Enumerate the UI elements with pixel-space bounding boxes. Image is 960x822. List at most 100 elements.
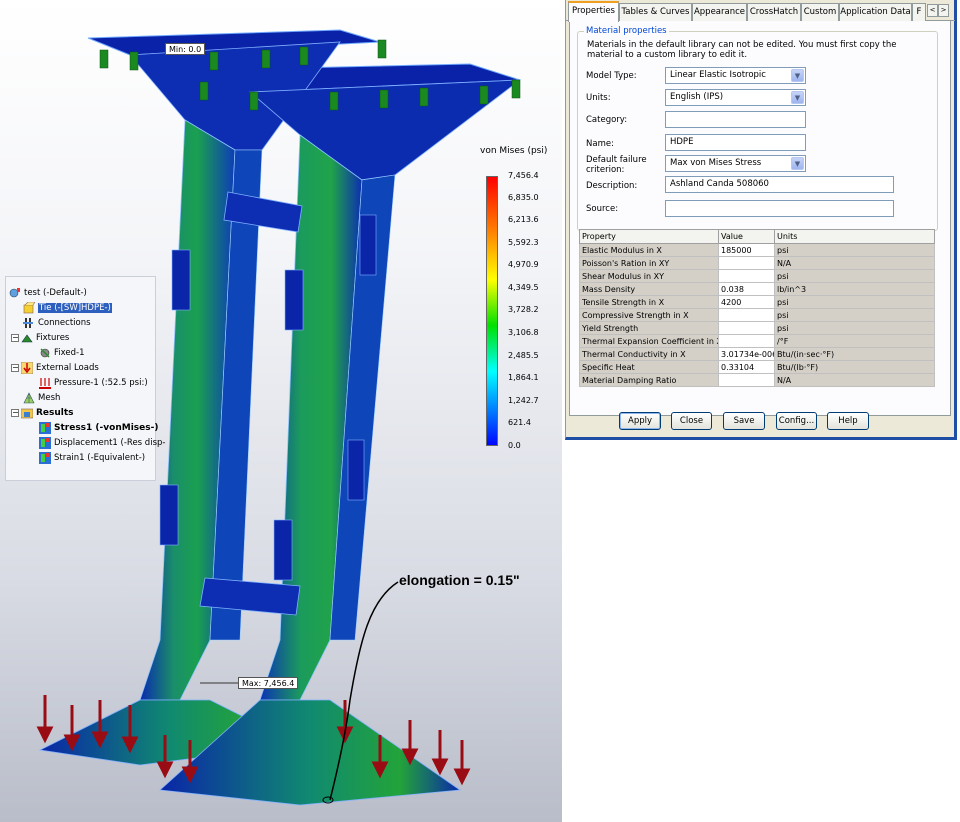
min-callout: Min: 0.0 <box>165 43 206 55</box>
tab-crosshatch[interactable]: CrossHatch <box>747 3 801 21</box>
cell-property: Elastic Modulus in X <box>579 243 719 257</box>
table-row: Thermal Expansion Coefficient in X /°F <box>579 334 935 348</box>
cell-property: Thermal Conductivity in X <box>579 347 719 361</box>
elongation-annotation: elongation = 0.15" <box>399 572 520 588</box>
chevron-down-icon[interactable]: ▼ <box>791 157 804 170</box>
tab-appearance[interactable]: Appearance <box>692 3 747 21</box>
cell-value[interactable] <box>718 269 775 283</box>
max-callout: Max: 7,456.4 <box>238 677 299 689</box>
tree-item-stress[interactable]: Stress1 (-vonMises-) <box>39 421 158 435</box>
tab-tables-curves[interactable]: Tables & Curves <box>619 3 692 21</box>
failure-criterion-select[interactable]: Max von Mises Stress ▼ <box>665 155 806 172</box>
tree-item-pressure[interactable]: Pressure-1 (:52.5 psi:) <box>39 376 148 390</box>
cell-property: Shear Modulus in XY <box>579 269 719 283</box>
cell-value[interactable]: 4200 <box>718 295 775 309</box>
apply-button[interactable]: Apply <box>619 412 661 430</box>
tree-label-tie: Tie (-[SW]HDPE-) <box>38 303 112 313</box>
table-row: Poisson's Ration in XY N/A <box>579 256 935 270</box>
cell-value[interactable]: 0.33104 <box>718 360 775 374</box>
legend-tick: 7,456.4 <box>508 171 539 180</box>
cell-property: Tensile Strength in X <box>579 295 719 309</box>
collapse-toggle[interactable]: − <box>11 409 19 417</box>
cell-units: Btu/(lb·°F) <box>774 360 935 374</box>
tab-custom[interactable]: Custom <box>801 3 839 21</box>
tree-item-strain[interactable]: Strain1 (-Equivalent-) <box>39 451 145 465</box>
library-note: Materials in the default library can not… <box>587 40 897 60</box>
header-property[interactable]: Property <box>579 229 719 244</box>
fea-viewport[interactable]: Min: 0.0 Max: 7,456.4 elongation = 0.15"… <box>0 0 562 822</box>
help-button[interactable]: Help <box>827 412 869 430</box>
cell-units: N/A <box>774 373 935 387</box>
save-button[interactable]: Save <box>723 412 765 430</box>
legend-tick: 4,349.5 <box>508 283 539 292</box>
cell-value[interactable] <box>718 256 775 270</box>
legend-tick: 6,213.6 <box>508 215 539 224</box>
table-row: Yield Strength psi <box>579 321 935 335</box>
stress-legend: von Mises (psi) 7,456.4 6,835.0 6,213.6 … <box>480 146 550 466</box>
stress-plot-icon <box>39 422 51 434</box>
chevron-down-icon[interactable]: ▼ <box>791 69 804 82</box>
cell-value[interactable] <box>718 373 775 387</box>
failure-criterion-label-2: criterion: <box>586 165 625 175</box>
units-label: Units: <box>586 93 611 103</box>
tree-item-mesh[interactable]: Mesh <box>23 391 60 405</box>
category-field[interactable] <box>665 111 806 128</box>
legend-tick: 1,242.7 <box>508 396 539 405</box>
study-icon <box>9 287 21 299</box>
collapse-toggle[interactable]: − <box>11 334 19 342</box>
cell-value[interactable] <box>718 321 775 335</box>
tree-label-stress: Stress1 (-vonMises-) <box>54 423 159 433</box>
description-field[interactable]: Ashland Canda 508060 <box>665 176 894 193</box>
cell-property: Compressive Strength in X <box>579 308 719 322</box>
material-dialog: Properties Tables & Curves Appearance Cr… <box>565 0 957 440</box>
legend-tick: 3,728.2 <box>508 305 539 314</box>
table-row: Specific Heat 0.33104 Btu/(lb·°F) <box>579 360 935 374</box>
cell-units: psi <box>774 308 935 322</box>
tree-item-fixed[interactable]: Fixed-1 <box>39 346 85 360</box>
tree-item-tie[interactable]: Tie (-[SW]HDPE-) <box>23 301 112 315</box>
model-type-select[interactable]: Linear Elastic Isotropic ▼ <box>665 67 806 84</box>
tree-item-root[interactable]: test (-Default-) <box>9 286 87 300</box>
collapse-toggle[interactable]: − <box>11 364 19 372</box>
cell-value[interactable]: 0.038 <box>718 282 775 296</box>
units-select[interactable]: English (IPS) ▼ <box>665 89 806 106</box>
tab-scroll-left-icon[interactable]: < <box>927 4 938 17</box>
tab-application-data[interactable]: Application Data <box>839 3 912 21</box>
tree-item-fixtures[interactable]: − Fixtures <box>11 331 69 345</box>
cell-units: Btu/(in·sec·°F) <box>774 347 935 361</box>
config-button[interactable]: Config... <box>776 412 817 430</box>
legend-tick: 0.0 <box>508 441 521 450</box>
tab-f[interactable]: F <box>912 3 926 21</box>
legend-title: von Mises (psi) <box>480 146 548 156</box>
external-loads-icon <box>20 361 34 375</box>
cell-value[interactable]: 185000 <box>718 243 775 257</box>
tab-properties[interactable]: Properties <box>568 1 619 22</box>
strain-plot-icon <box>39 452 51 464</box>
header-units[interactable]: Units <box>774 229 935 244</box>
table-row: Shear Modulus in XY psi <box>579 269 935 283</box>
cell-units: psi <box>774 295 935 309</box>
source-field[interactable] <box>665 200 894 217</box>
cell-value[interactable] <box>718 308 775 322</box>
failure-criterion-label-1: Default failure <box>586 155 647 165</box>
tab-scroll-right-icon[interactable]: > <box>938 4 949 17</box>
tree-label-root: test (-Default-) <box>24 288 87 298</box>
tree-item-displacement[interactable]: Displacement1 (-Res disp- <box>39 436 165 450</box>
cell-value[interactable]: 3.01734e-006 <box>718 347 775 361</box>
name-field[interactable]: HDPE <box>665 134 806 151</box>
tree-label-mesh: Mesh <box>38 393 61 403</box>
cell-units: psi <box>774 243 935 257</box>
tree-item-results[interactable]: − Results <box>11 406 74 420</box>
cell-property: Yield Strength <box>579 321 719 335</box>
tree-item-external-loads[interactable]: − External Loads <box>11 361 99 375</box>
chevron-down-icon[interactable]: ▼ <box>791 91 804 104</box>
cell-value[interactable] <box>718 334 775 348</box>
legend-tick: 4,970.9 <box>508 260 539 269</box>
model-type-value: Linear Elastic Isotropic <box>670 70 766 80</box>
close-button[interactable]: Close <box>671 412 712 430</box>
table-header-row: Property Value Units <box>579 229 935 244</box>
header-value[interactable]: Value <box>718 229 775 244</box>
mesh-icon <box>23 392 35 404</box>
tree-label-connections: Connections <box>38 318 91 328</box>
tree-item-connections[interactable]: Connections <box>23 316 91 330</box>
